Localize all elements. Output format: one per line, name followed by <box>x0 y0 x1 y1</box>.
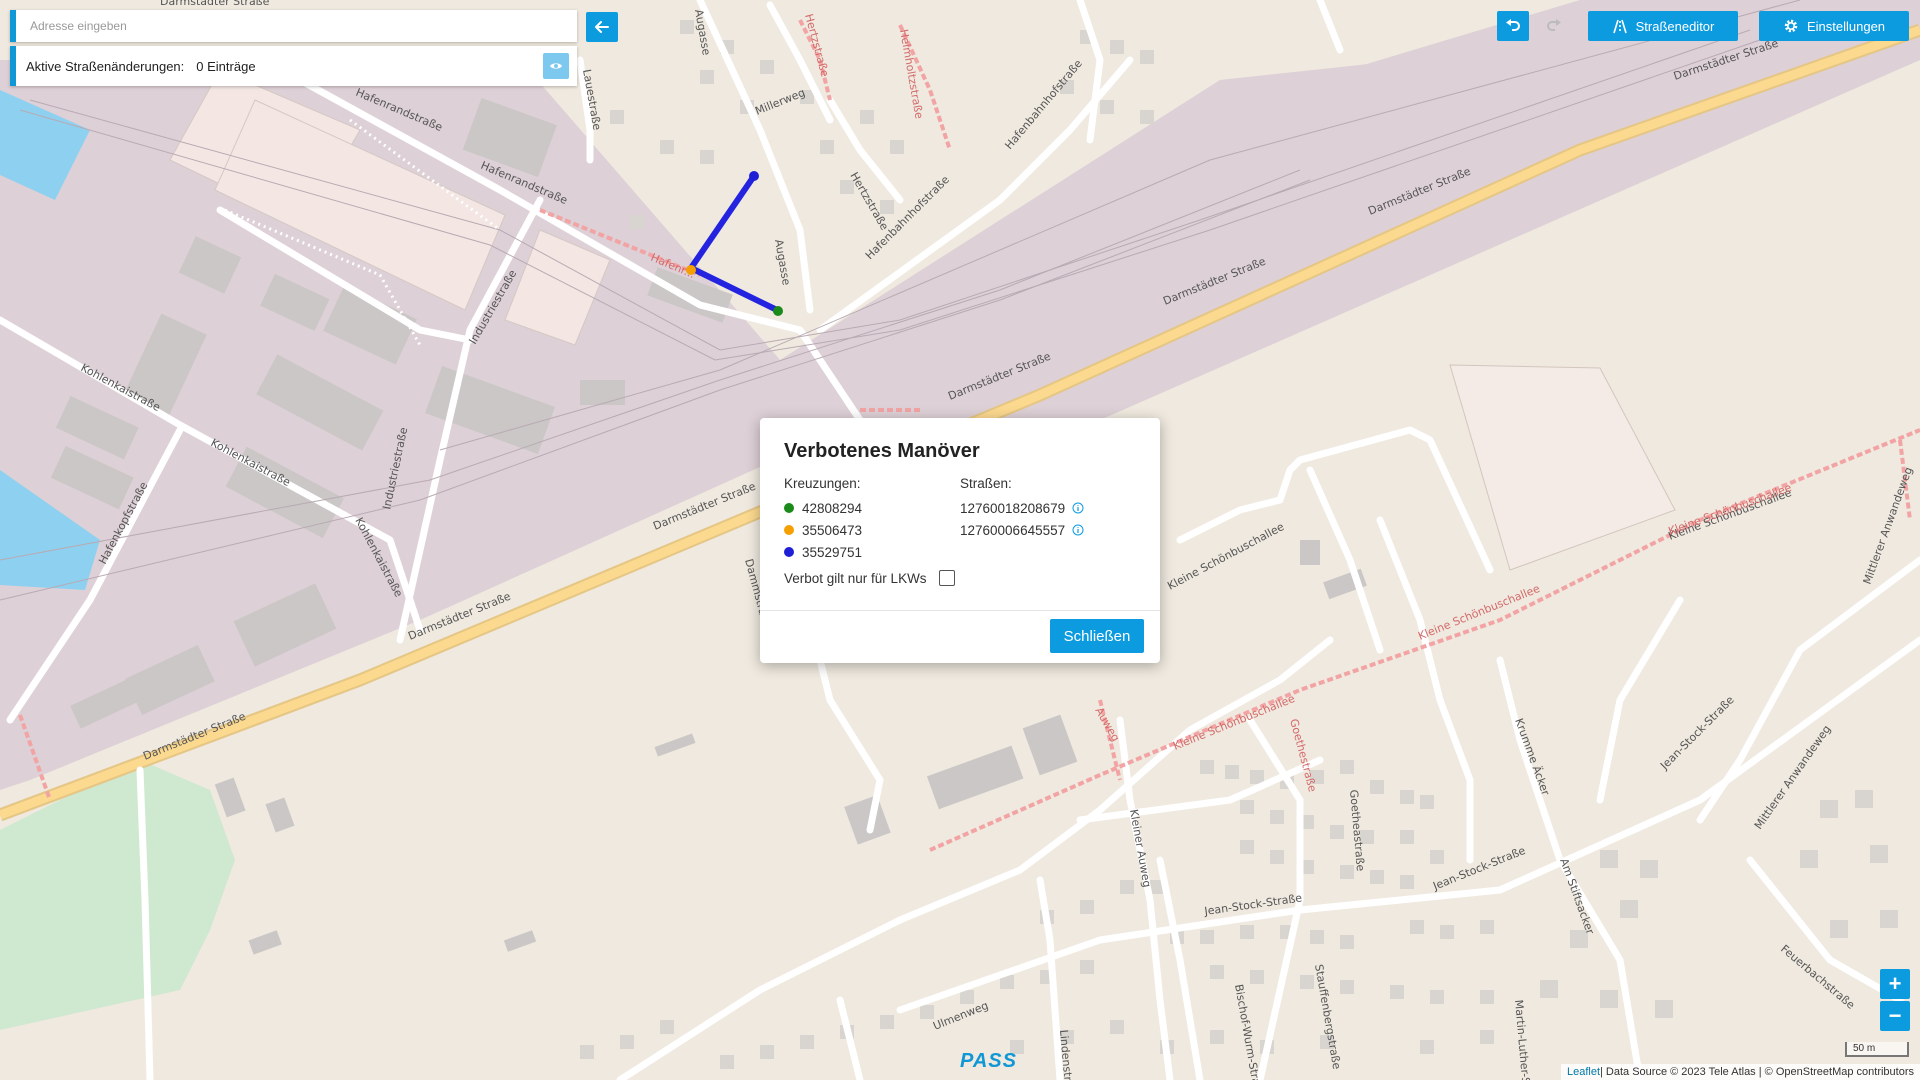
street-item: 12760018208679 <box>960 497 1084 519</box>
redo-button[interactable] <box>1538 11 1570 41</box>
info-icon[interactable] <box>1072 502 1084 514</box>
undo-icon <box>1506 19 1520 31</box>
street-editor-button[interactable]: Straßeneditor <box>1588 11 1738 41</box>
redo-icon <box>1547 19 1561 31</box>
street-item: 12760006645557 <box>960 519 1084 541</box>
active-changes-bar: Aktive Straßenänderungen: 0 Einträge <box>10 46 577 86</box>
street-id: 12760018208679 <box>960 500 1066 516</box>
map-attribution: Leaflet | Data Source © 2023 Tele Atlas … <box>1560 1064 1920 1080</box>
close-button[interactable]: Schließen <box>1050 619 1144 653</box>
truck-only-row: Verbot gilt nur für LKWs <box>784 570 955 586</box>
crossings-column: Kreuzungen: 42808294 35506473 35529751 <box>784 476 862 563</box>
forbidden-manoeuvre-dialog: Verbotenes Manöver Kreuzungen: 42808294 … <box>760 418 1160 663</box>
zoom-out-button[interactable]: − <box>1880 1001 1910 1031</box>
gear-icon <box>1784 19 1798 33</box>
truck-only-label: Verbot gilt nur für LKWs <box>784 570 927 586</box>
dialog-divider <box>760 610 1160 611</box>
zoom-in-button[interactable]: + <box>1880 969 1910 999</box>
crossing-dot-icon <box>784 547 794 557</box>
leaflet-link[interactable]: Leaflet <box>1567 1066 1600 1078</box>
road-edit-icon <box>1612 19 1627 34</box>
crossing-id: 35529751 <box>802 544 863 560</box>
crossing-item: 35506473 <box>784 519 862 541</box>
attribution-text: | Data Source © 2023 Tele Atlas | © Open… <box>1600 1066 1914 1078</box>
crossing-dot-icon <box>784 503 794 513</box>
pass-logo: PASS <box>960 1050 1017 1072</box>
active-changes-count: 0 Einträge <box>196 58 256 74</box>
address-input[interactable] <box>16 10 577 42</box>
collapse-panel-button[interactable] <box>586 12 618 42</box>
crossing-dot-icon <box>784 525 794 535</box>
info-icon[interactable] <box>1072 524 1084 536</box>
toggle-visibility-button[interactable] <box>543 53 569 79</box>
streets-column: Straßen: 12760018208679 12760006645557 <box>960 476 1084 541</box>
active-changes-label: Aktive Straßenänderungen: <box>26 58 185 74</box>
eye-icon <box>550 63 562 69</box>
crossing-item: 42808294 <box>784 497 862 519</box>
address-search-box <box>10 10 577 42</box>
crossings-label: Kreuzungen: <box>784 476 861 491</box>
dialog-title: Verbotenes Manöver <box>784 440 980 462</box>
crossing-id: 42808294 <box>802 500 863 516</box>
scale-bar: 50 m <box>1845 1042 1909 1057</box>
settings-label: Einstellungen <box>1806 18 1886 34</box>
settings-button[interactable]: Einstellungen <box>1759 11 1909 41</box>
street-id: 12760006645557 <box>960 522 1066 538</box>
street-editor-label: Straßeneditor <box>1635 18 1715 34</box>
streets-label: Straßen: <box>960 476 1012 491</box>
undo-button[interactable] <box>1497 11 1529 41</box>
crossing-item: 35529751 <box>784 541 862 563</box>
arrow-left-icon <box>595 21 609 33</box>
truck-only-checkbox[interactable] <box>938 570 955 586</box>
crossing-id: 35506473 <box>802 522 863 538</box>
street-label: Darmstädter Straße <box>160 0 270 8</box>
